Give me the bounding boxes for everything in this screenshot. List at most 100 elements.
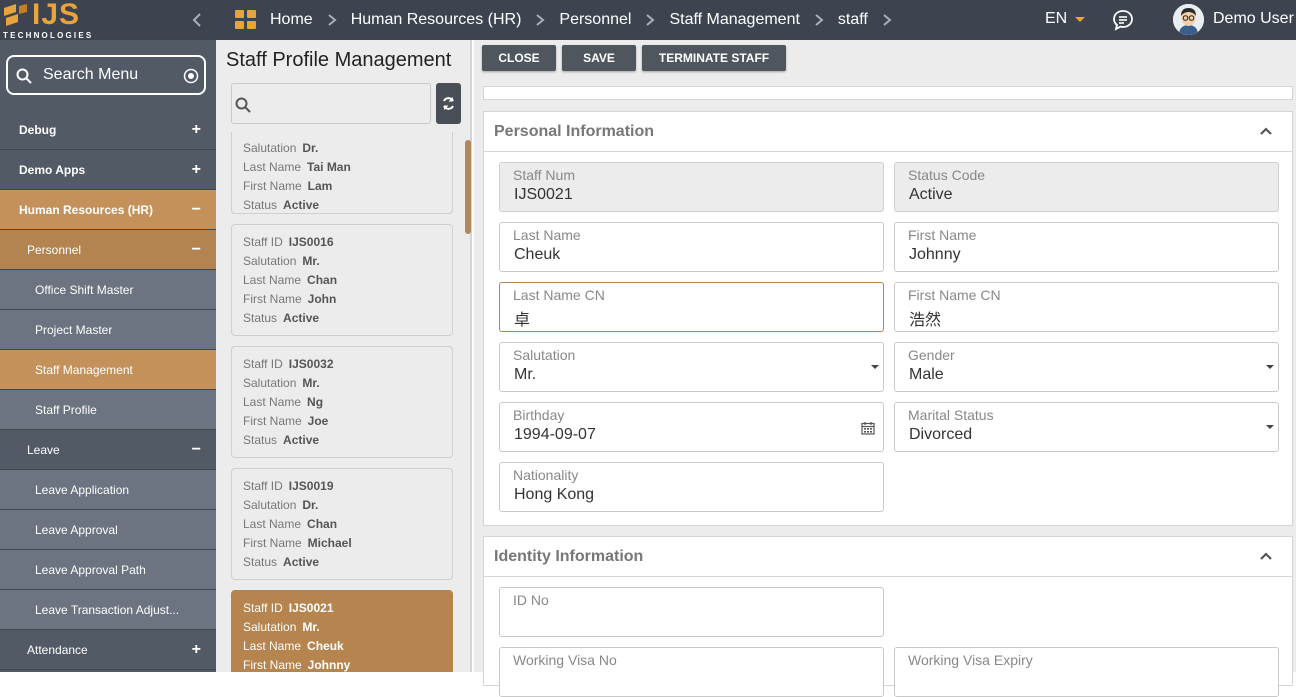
collapse-sidebar-icon[interactable] xyxy=(188,10,206,30)
birthday-field[interactable]: Birthday 1994-09-07 xyxy=(499,402,884,452)
last-name-value: Tai Man xyxy=(307,160,351,174)
first-name-value: John xyxy=(307,292,337,306)
last-name-label: Last Name xyxy=(243,639,302,653)
caret-down-icon[interactable] xyxy=(1075,17,1085,22)
identity-information-section: Identity Information ID No Working Visa … xyxy=(483,536,1293,697)
search-menu-placeholder: Search Menu xyxy=(43,66,139,83)
terminate-staff-button[interactable]: TERMINATE STAFF xyxy=(642,45,786,71)
search-icon xyxy=(16,68,32,84)
list-scrollbar[interactable] xyxy=(465,140,471,234)
sidebar-item-human-resources[interactable]: Human Resources (HR) − xyxy=(0,190,216,230)
first-name-label: First Name xyxy=(243,414,302,428)
staff-id-label: Staff ID xyxy=(243,601,283,615)
staff-search-input[interactable] xyxy=(231,83,431,124)
section-header[interactable]: Personal Information xyxy=(484,112,1292,152)
sidebar-item-staff-management[interactable]: Staff Management xyxy=(0,350,216,390)
staff-num-field[interactable]: Staff Num IJS0021 xyxy=(499,162,884,212)
working-visa-no-field[interactable]: Working Visa No xyxy=(499,647,884,697)
salutation-label: Salutation xyxy=(243,141,297,155)
sidebar-item-office-shift-master[interactable]: Office Shift Master xyxy=(0,270,216,310)
nationality-field[interactable]: Nationality Hong Kong xyxy=(499,462,884,512)
logo-subtext: TECHNOLOGIES xyxy=(3,31,94,40)
working-visa-expiry-field[interactable]: Working Visa Expiry xyxy=(894,647,1279,697)
chevron-right-icon xyxy=(328,14,337,26)
status-label: Status xyxy=(243,433,278,447)
breadcrumb-hr[interactable]: Human Resources (HR) xyxy=(351,11,522,29)
salutation-select[interactable]: Salutation Mr. xyxy=(499,342,884,392)
sidebar-item-leave[interactable]: Leave − xyxy=(0,430,216,470)
gender-select[interactable]: Gender Male xyxy=(894,342,1279,392)
company-logo[interactable]: IJS TECHNOLOGIES xyxy=(0,0,100,40)
staff-id-label: Staff ID xyxy=(243,357,283,371)
sidebar-item-label: Leave Transaction Adjust... xyxy=(35,602,180,617)
sidebar-item-leave-application[interactable]: Leave Application xyxy=(0,470,216,510)
close-button[interactable]: CLOSE xyxy=(482,45,556,71)
last-name-label: Last Name xyxy=(243,273,302,287)
collapse-icon[interactable]: − xyxy=(192,242,201,258)
last-name-value: Chan xyxy=(307,517,338,531)
field-value: Hong Kong xyxy=(514,486,595,503)
username[interactable]: Demo User xyxy=(1213,10,1294,28)
staff-list-panel: Staff Profile Management Salutation Dr. L… xyxy=(216,40,472,672)
expand-icon[interactable]: + xyxy=(192,162,201,178)
salutation-value: Mr. xyxy=(302,254,320,268)
refresh-button[interactable] xyxy=(436,83,461,124)
caret-down-icon[interactable] xyxy=(1266,365,1274,369)
status-label: Status xyxy=(243,311,278,325)
breadcrumb-home[interactable]: Home xyxy=(270,11,313,29)
field-label: Nationality xyxy=(513,467,579,483)
last-name-cn-field[interactable]: Last Name CN 卓 xyxy=(499,282,884,332)
sidebar-item-leave-transaction-adjust[interactable]: Leave Transaction Adjust... xyxy=(0,590,216,630)
search-menu-input[interactable]: Search Menu xyxy=(6,55,206,95)
caret-down-icon[interactable] xyxy=(1266,425,1274,429)
last-name-value: Chan xyxy=(307,273,338,287)
first-name-field[interactable]: First Name Johnny xyxy=(894,222,1279,272)
expand-icon[interactable]: + xyxy=(192,122,201,138)
field-label: First Name CN xyxy=(908,287,1001,303)
chat-icon[interactable] xyxy=(1112,9,1134,31)
section-header[interactable]: Identity Information xyxy=(484,537,1292,577)
sidebar-item-project-master[interactable]: Project Master xyxy=(0,310,216,350)
field-label: Gender xyxy=(908,347,955,363)
breadcrumb-staff-management[interactable]: Staff Management xyxy=(669,11,799,29)
chevron-right-icon xyxy=(646,14,656,26)
sidebar-item-leave-approval-path[interactable]: Leave Approval Path xyxy=(0,550,216,590)
sidebar-item-label: Debug xyxy=(19,122,57,137)
list-item[interactable]: Staff ID IJS0016 Salutation Mr. Last Name C… xyxy=(231,224,453,336)
id-no-field[interactable]: ID No xyxy=(499,587,884,637)
avatar[interactable] xyxy=(1173,4,1204,35)
collapse-icon[interactable]: − xyxy=(192,202,201,218)
sidebar-item-leave-approval[interactable]: Leave Approval xyxy=(0,510,216,550)
status-value: Active xyxy=(283,555,320,569)
caret-down-icon[interactable] xyxy=(871,365,879,369)
clear-icon[interactable] xyxy=(183,68,199,84)
list-item-selected[interactable]: Staff ID IJS0021 Salutation Mr. Last Name C… xyxy=(231,590,453,672)
status-code-field[interactable]: Status Code Active xyxy=(894,162,1279,212)
list-item[interactable]: Staff ID IJS0032 Salutation Mr. Last Name N… xyxy=(231,346,453,458)
staff-id-value: IJS0016 xyxy=(288,235,334,249)
apps-grid-icon[interactable] xyxy=(235,10,256,29)
calendar-icon[interactable] xyxy=(861,421,875,435)
chevron-up-icon[interactable] xyxy=(1259,551,1273,561)
last-name-field[interactable]: Last Name Cheuk xyxy=(499,222,884,272)
user-avatar-icon xyxy=(1173,4,1204,35)
marital-status-select[interactable]: Marital Status Divorced xyxy=(894,402,1279,452)
first-name-cn-field[interactable]: First Name CN 浩然 xyxy=(894,282,1279,332)
save-button[interactable]: SAVE xyxy=(562,45,636,71)
breadcrumb-personnel[interactable]: Personnel xyxy=(559,11,631,29)
sidebar-item-staff-profile[interactable]: Staff Profile xyxy=(0,390,216,430)
language-selector[interactable]: EN xyxy=(1045,10,1067,28)
list-item[interactable]: Salutation Dr. Last Name Tai Man First Nam… xyxy=(231,132,453,214)
list-item[interactable]: Staff ID IJS0019 Salutation Dr. Last Name C… xyxy=(231,468,453,580)
collapse-icon[interactable]: − xyxy=(192,442,201,458)
sidebar-item-personnel[interactable]: Personnel − xyxy=(0,230,216,270)
field-value: Johnny xyxy=(909,246,961,263)
first-name-value: Lam xyxy=(307,179,333,193)
staff-id-label: Staff ID xyxy=(243,235,283,249)
sidebar-item-demo-apps[interactable]: Demo Apps + xyxy=(0,150,216,190)
sidebar-item-debug[interactable]: Debug + xyxy=(0,110,216,150)
sidebar-item-attendance[interactable]: Attendance + xyxy=(0,630,216,670)
expand-icon[interactable]: + xyxy=(192,642,201,658)
breadcrumb-staff[interactable]: staff xyxy=(838,11,868,29)
chevron-up-icon[interactable] xyxy=(1259,126,1273,136)
